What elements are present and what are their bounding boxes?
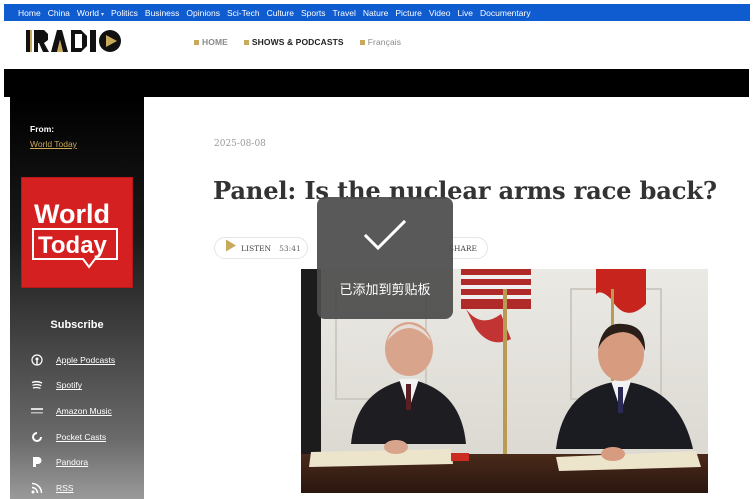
- radio-logo[interactable]: [26, 28, 146, 54]
- amazon-music-icon: [30, 405, 44, 417]
- subscribe-label: Pandora: [56, 457, 89, 468]
- top-nav-video[interactable]: Video: [429, 8, 451, 18]
- top-nav-business[interactable]: Business: [145, 8, 180, 18]
- from-label: From:: [30, 124, 55, 134]
- top-nav-travel[interactable]: Travel: [333, 8, 356, 18]
- toast-message: 已添加到剪贴板: [339, 283, 431, 298]
- nav-home[interactable]: HOME: [194, 37, 228, 47]
- chevron-down-icon: ▾: [100, 11, 104, 18]
- share-label: SHARE: [448, 243, 477, 253]
- subscribe-label: RSS: [56, 482, 74, 493]
- top-nav: Home China World ▾ Politics Business Opin…: [4, 4, 750, 21]
- world-today-logo: World Today: [32, 199, 118, 269]
- top-nav-sci-tech[interactable]: Sci-Tech: [227, 8, 260, 18]
- top-nav-sports[interactable]: Sports: [301, 8, 326, 18]
- site-header: HOME SHOWS & PODCASTS Français: [4, 21, 750, 69]
- top-nav-live[interactable]: Live: [457, 8, 473, 18]
- subscribe-label: Pocket Casts: [56, 431, 107, 442]
- listen-button[interactable]: LISTEN 53:41: [214, 237, 308, 259]
- top-nav-opinions[interactable]: Opinions: [186, 8, 220, 18]
- top-nav-politics[interactable]: Politics: [111, 8, 138, 18]
- subscribe-label: Spotify: [56, 380, 82, 391]
- show-cover-art[interactable]: World Today: [21, 177, 133, 288]
- play-icon: [225, 239, 237, 257]
- top-nav-home[interactable]: Home: [18, 8, 41, 18]
- article-title: Panel: Is the nuclear arms race back?: [213, 176, 717, 205]
- top-nav-world[interactable]: World ▾: [77, 8, 104, 18]
- check-icon: [363, 219, 407, 258]
- audio-duration: 53:41: [279, 243, 301, 253]
- top-nav-picture[interactable]: Picture: [395, 8, 421, 18]
- subscribe-pandora[interactable]: Pandora: [30, 449, 115, 475]
- pandora-icon: [30, 456, 44, 468]
- subscribe-spotify[interactable]: Spotify: [30, 373, 115, 399]
- nav-square-icon: [359, 39, 365, 45]
- rss-icon: [30, 482, 44, 494]
- podcast-sidebar: From: World Today World Today Subscribe …: [10, 97, 144, 499]
- cover-line-2: Today: [38, 232, 108, 259]
- nav-francais[interactable]: Français: [359, 37, 402, 47]
- top-nav-culture[interactable]: Culture: [267, 8, 294, 18]
- nav-shows-podcasts[interactable]: SHOWS & PODCASTS: [243, 37, 344, 47]
- pocket-casts-icon: [30, 431, 44, 443]
- subscribe-list: Apple Podcasts Spotify Amazon Music Pock…: [30, 347, 115, 499]
- copied-toast: 已添加到剪贴板: [317, 197, 453, 319]
- article-date: 2025-08-08: [214, 139, 266, 149]
- subscribe-apple-podcasts[interactable]: Apple Podcasts: [30, 347, 115, 373]
- nav-shows-label: SHOWS & PODCASTS: [251, 37, 344, 47]
- subscribe-rss[interactable]: RSS: [30, 475, 115, 499]
- apple-podcasts-icon: [30, 354, 44, 366]
- nav-francais-label: Français: [367, 37, 402, 47]
- cover-line-1: World: [34, 199, 110, 229]
- top-nav-china[interactable]: China: [48, 8, 70, 18]
- nav-square-icon: [194, 39, 199, 45]
- subscribe-heading: Subscribe: [50, 319, 104, 331]
- subscribe-label: Apple Podcasts: [56, 354, 116, 365]
- listen-label: LISTEN: [241, 243, 272, 253]
- show-link[interactable]: World Today: [30, 139, 77, 149]
- nav-home-label: HOME: [202, 37, 228, 47]
- dark-band: [4, 69, 749, 97]
- subscribe-label: Amazon Music: [56, 405, 112, 416]
- spotify-icon: [30, 379, 44, 391]
- top-nav-world-label: World: [76, 7, 99, 18]
- top-nav-nature[interactable]: Nature: [363, 8, 389, 18]
- top-nav-documentary[interactable]: Documentary: [480, 8, 531, 18]
- main-nav: HOME SHOWS & PODCASTS Français: [194, 37, 401, 47]
- subscribe-pocket-casts[interactable]: Pocket Casts: [30, 424, 115, 450]
- nav-square-icon: [243, 39, 249, 45]
- subscribe-amazon-music[interactable]: Amazon Music: [30, 398, 115, 424]
